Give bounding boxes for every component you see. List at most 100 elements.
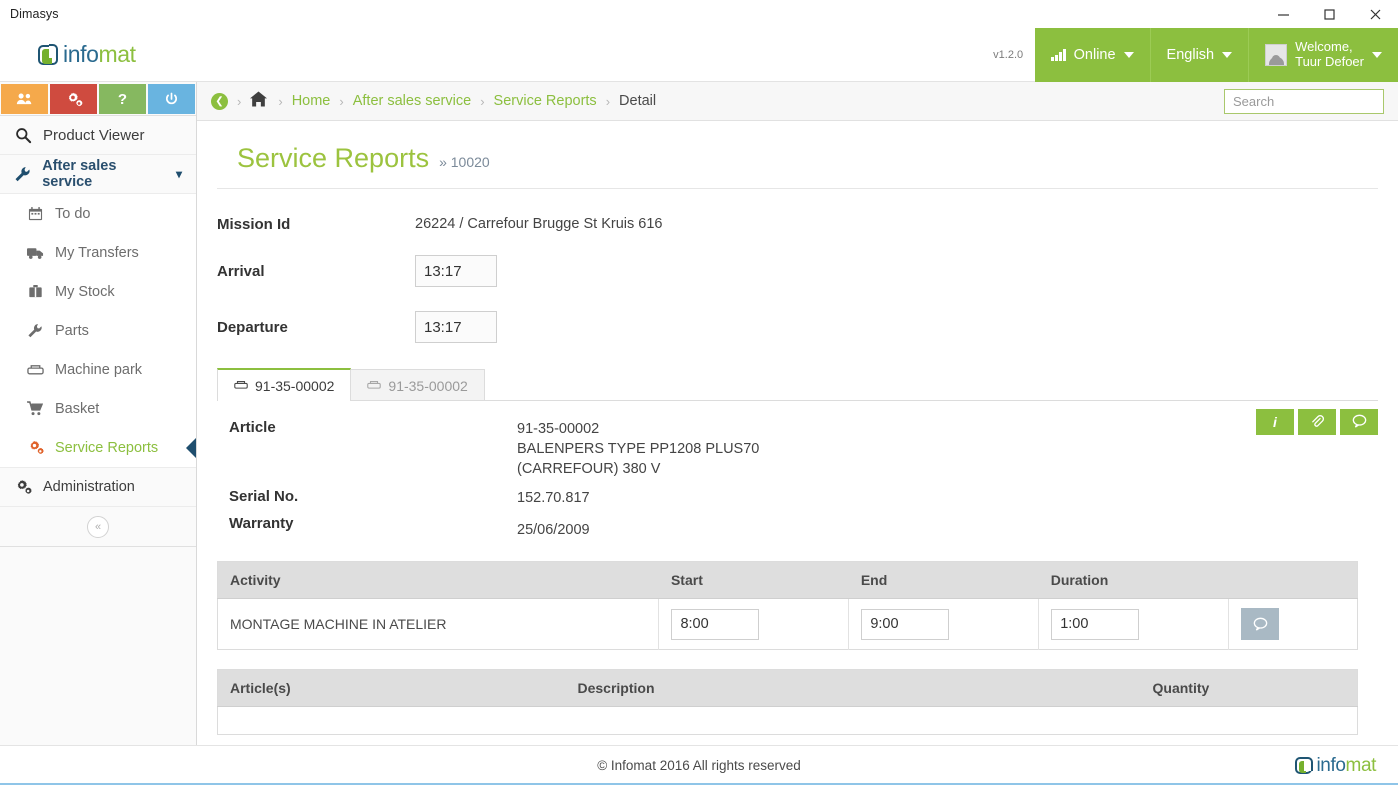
user-avatar-icon [1265, 43, 1288, 66]
copyright-text: © Infomat 2016 All rights reserved [597, 758, 801, 773]
cell-activity: MONTAGE MACHINE IN ATELIER [217, 598, 660, 650]
language-dropdown[interactable]: English [1150, 27, 1250, 82]
departure-row: Departure [197, 311, 1398, 343]
sidebar-item-label: Parts [55, 322, 89, 339]
version-label: v1.2.0 [993, 48, 1024, 61]
sidebar-item-basket[interactable]: Basket [0, 389, 196, 428]
calendar-icon [26, 206, 44, 221]
chevron-down-icon [1372, 51, 1382, 58]
end-time-field[interactable] [861, 608, 950, 640]
sidebar-item-machine-park[interactable]: Machine park [0, 350, 196, 389]
end-time-input[interactable] [870, 616, 941, 632]
departure-time-field[interactable] [415, 311, 497, 343]
power-icon [165, 92, 178, 104]
col-start: Start [658, 561, 849, 599]
article-description-2: (CARREFOUR) 380 V [517, 461, 661, 477]
search-input[interactable] [1233, 93, 1398, 109]
welcome-line-2: Tuur Defoer [1295, 53, 1364, 69]
cell-actions [1229, 599, 1358, 650]
breadcrumb-bar: ❮ › › Home › After sales service › Servi… [197, 82, 1398, 121]
minimize-button[interactable] [1260, 0, 1306, 28]
breadcrumb-item-home[interactable]: Home [292, 93, 331, 109]
article-description: BALENPERS TYPE PP1208 PLUS70 [517, 441, 760, 457]
settings-button[interactable] [50, 84, 97, 114]
footer-logo-text: infomat [1316, 755, 1376, 777]
tab-machine-1[interactable]: 91-35-00002 [217, 368, 352, 401]
comment-button[interactable] [1340, 409, 1378, 435]
mission-id-label: Mission Id [217, 215, 291, 233]
users-button[interactable] [1, 84, 48, 114]
col-quantity: Quantity [1140, 669, 1358, 707]
app-header: infomat v1.2.0 Online English Welcome, T… [0, 27, 1398, 82]
activity-table: Activity Start End Duration MONTAGE MACH… [217, 561, 1358, 650]
duration-input[interactable] [1060, 616, 1131, 632]
sidebar-item-label: Basket [55, 400, 100, 417]
breadcrumb-item-after-sales-service[interactable]: After sales service [353, 93, 471, 109]
power-button[interactable] [148, 84, 195, 114]
welcome-line-1: Welcome, [1295, 38, 1353, 54]
col-articles: Article(s) [217, 669, 566, 707]
signal-bars-icon [1051, 48, 1066, 61]
footer-logo: infomat [1295, 755, 1376, 777]
maximize-button[interactable] [1306, 0, 1352, 28]
briefcase-icon [26, 284, 44, 299]
info-icon: i [1273, 414, 1277, 430]
sidebar-item-service-reports[interactable]: Service Reports [0, 428, 196, 467]
start-time-input[interactable] [680, 616, 751, 632]
application-window: Dimasys infomat v1.2.0 Online English We… [0, 0, 1398, 785]
gears-icon [26, 440, 44, 455]
logo-text: infomat [63, 41, 136, 68]
sidebar-item-label: My Stock [55, 283, 115, 300]
search-box[interactable] [1224, 88, 1398, 114]
header-right-group: v1.2.0 Online English Welcome, Tuur Defo… [993, 27, 1398, 82]
arrival-time-input[interactable] [424, 262, 488, 280]
tab-machine-2[interactable]: 91-35-00002 [350, 369, 485, 401]
departure-time-input[interactable] [424, 318, 488, 336]
question-mark-icon: ? [117, 90, 128, 108]
sidebar-item-to-do[interactable]: To do [0, 194, 196, 233]
cell-duration [1038, 598, 1230, 650]
warranty-label: Warranty [229, 515, 294, 532]
sidebar-collapse-button[interactable]: « [87, 515, 109, 538]
window-controls [1260, 0, 1398, 28]
page-subtitle: » 10020 [439, 154, 490, 170]
sidebar-item-my-stock[interactable]: My Stock [0, 272, 196, 311]
cell-start [658, 598, 850, 650]
article-row: Article 91-35-00002 BALENPERS TYPE PP120… [229, 419, 1378, 479]
speech-bubble-icon [1352, 414, 1367, 431]
title-divider [217, 188, 1378, 189]
sidebar-item-label: Service Reports [55, 439, 159, 456]
tab-label: 91-35-00002 [255, 377, 335, 394]
home-icon[interactable] [250, 90, 268, 112]
sidebar-item-label: To do [55, 205, 91, 222]
close-button[interactable] [1352, 0, 1398, 28]
duration-field[interactable] [1051, 608, 1140, 640]
app-logo[interactable]: infomat [38, 41, 136, 68]
activity-table-header-row: Activity Start End Duration [217, 561, 1358, 599]
arrival-time-field[interactable] [415, 255, 497, 287]
col-actions [1228, 561, 1358, 599]
sidebar-item-parts[interactable]: Parts [0, 311, 196, 350]
chevron-down-icon [1222, 51, 1233, 58]
articles-table-header-row: Article(s) Description Quantity [217, 669, 1358, 707]
col-end: End [848, 561, 1039, 599]
info-button[interactable]: i [1256, 409, 1294, 435]
breadcrumb-separator: › [278, 93, 283, 109]
machine-tab-panel: i Article 91-35-00002 BALENPERS TYPE PP1… [217, 400, 1378, 540]
attachment-button[interactable] [1298, 409, 1336, 435]
page-title-row: Service Reports » 10020 [197, 121, 1398, 174]
sidebar-item-my-transfers[interactable]: My Transfers [0, 233, 196, 272]
online-status-dropdown[interactable]: Online [1035, 27, 1151, 82]
article-label: Article [229, 419, 276, 436]
help-button[interactable]: ? [99, 84, 146, 114]
user-menu-dropdown[interactable]: Welcome, Tuur Defoer [1249, 27, 1398, 82]
app-footer: © Infomat 2016 All rights reserved infom… [0, 745, 1398, 785]
row-comment-button[interactable] [1241, 608, 1280, 640]
breadcrumb-item-service-reports[interactable]: Service Reports [494, 93, 597, 109]
back-arrow-icon[interactable]: ❮ [211, 92, 228, 110]
sidebar-item-after-sales-service[interactable]: After sales service ▾ [0, 155, 196, 194]
start-time-field[interactable] [671, 608, 760, 640]
sidebar-item-product-viewer[interactable]: Product Viewer [0, 116, 196, 155]
article-value: 91-35-00002 BALENPERS TYPE PP1208 PLUS70… [517, 419, 759, 479]
sidebar-item-administration[interactable]: Administration [0, 468, 196, 507]
